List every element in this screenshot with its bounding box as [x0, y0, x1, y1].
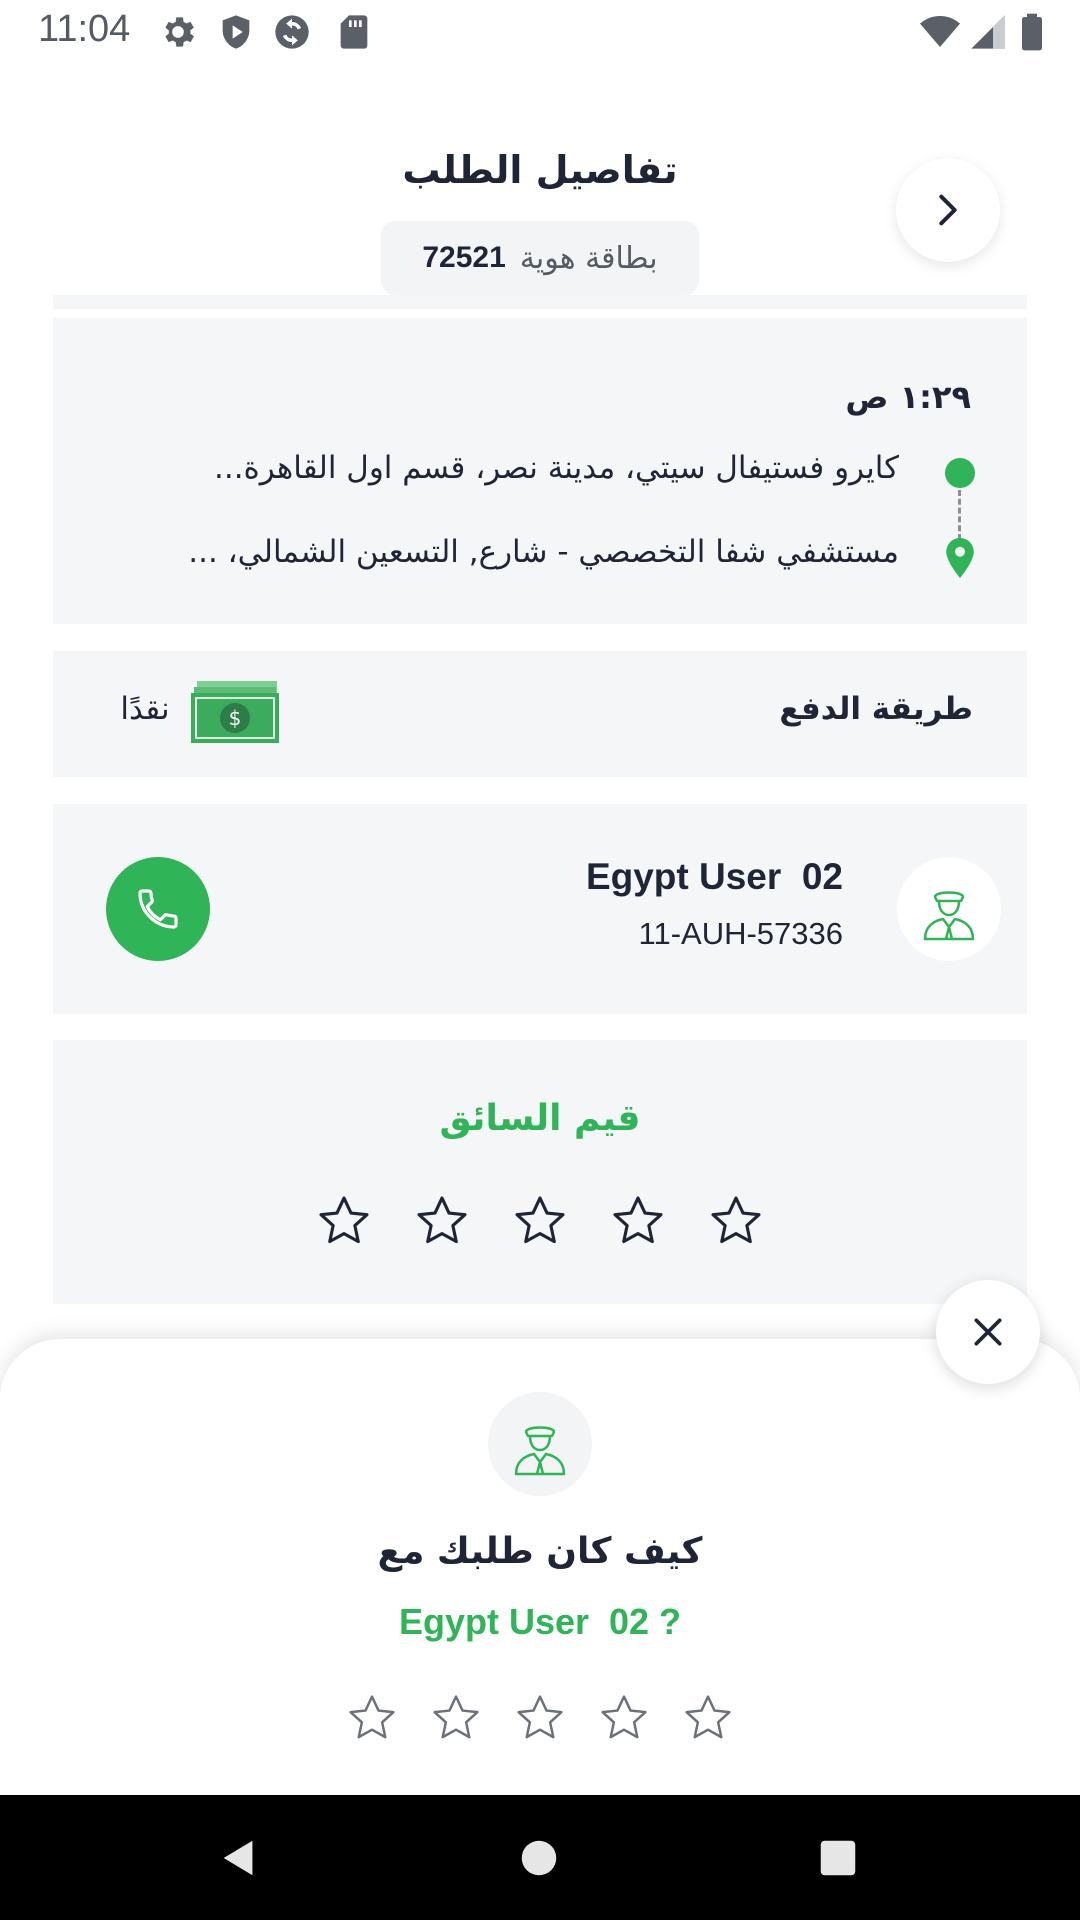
- sync-icon: [275, 15, 309, 49]
- driver-plate: 11-AUH-57336: [638, 916, 843, 951]
- nav-home-icon[interactable]: [516, 1835, 562, 1881]
- star-icon[interactable]: [413, 1192, 471, 1250]
- chevron-right-icon: [939, 194, 957, 226]
- payment-method: نقدًا: [120, 691, 170, 727]
- payment-label: طريقة الدفع: [779, 691, 973, 727]
- dropoff-address: مستشفي شفا التخصصي - شارع, التسعين الشما…: [188, 534, 899, 570]
- sd-card-icon: [340, 15, 368, 49]
- id-label: بطاقة هوية: [519, 240, 658, 276]
- driver-avatar: [897, 857, 1001, 961]
- svg-text:$: $: [229, 706, 242, 730]
- divider-strip: [53, 295, 1027, 309]
- star-icon[interactable]: [707, 1192, 765, 1250]
- route-connector: [958, 490, 961, 540]
- rate-driver-card: قيم السائق: [53, 1040, 1027, 1304]
- status-bar: 11:04: [0, 0, 1080, 64]
- id-chip: بطاقة هوية 72521: [381, 221, 699, 295]
- signal-icon: [971, 15, 1005, 49]
- sheet-rating-stars: [0, 1691, 1080, 1745]
- cash-icon: $: [191, 681, 279, 743]
- rating-bottom-sheet: كيف كان طلبك مع Egypt User 02 ?: [0, 1339, 1080, 1795]
- back-button[interactable]: [896, 158, 1000, 262]
- star-icon[interactable]: [511, 1192, 569, 1250]
- payment-card: طريقة الدفع $ نقدًا: [53, 651, 1027, 777]
- trip-time: ١:٢٩ ص: [845, 378, 971, 416]
- nav-back-icon[interactable]: [216, 1835, 262, 1881]
- page-title: تفاصيل الطلب: [402, 148, 678, 192]
- route-card: ١:٢٩ ص كايرو فستيفال سيتي، مدينة نصر، قس…: [53, 318, 1027, 624]
- star-icon[interactable]: [609, 1192, 667, 1250]
- dropoff-pin-icon: [946, 538, 974, 578]
- driver-card: Egypt User 02 11-AUH-57336: [53, 804, 1027, 1014]
- star-icon[interactable]: [315, 1192, 373, 1250]
- driver-name: Egypt User 02: [585, 856, 843, 897]
- close-icon: [974, 1318, 1002, 1346]
- shield-play-icon: [222, 15, 250, 49]
- rate-driver-stars: [53, 1192, 1027, 1250]
- star-icon[interactable]: [429, 1691, 483, 1745]
- battery-icon: [1022, 13, 1042, 51]
- star-icon[interactable]: [597, 1691, 651, 1745]
- call-driver-button[interactable]: [106, 857, 210, 961]
- wifi-icon: [920, 16, 960, 47]
- id-number: 72521: [422, 241, 506, 274]
- rating-question: كيف كان طلبك مع: [377, 1531, 703, 1572]
- sheet-driver-avatar: [488, 1392, 592, 1496]
- rate-driver-title: قيم السائق: [439, 1098, 641, 1139]
- pickup-dot-icon: [945, 458, 975, 488]
- star-icon[interactable]: [513, 1691, 567, 1745]
- status-time: 11:04: [38, 8, 131, 50]
- settings-icon: [165, 17, 194, 47]
- close-sheet-button[interactable]: [936, 1280, 1040, 1384]
- nav-recents-icon[interactable]: [815, 1835, 861, 1881]
- driver-avatar-icon: [514, 1426, 566, 1476]
- system-nav-bar: [0, 1795, 1080, 1920]
- driver-avatar-icon: [923, 891, 975, 941]
- phone-icon: [138, 889, 178, 929]
- star-icon[interactable]: [681, 1691, 735, 1745]
- rating-driver-name: Egypt User 02 ?: [398, 1601, 682, 1642]
- pickup-address: كايرو فستيفال سيتي، مدينة نصر، قسم اول ا…: [214, 450, 899, 486]
- star-icon[interactable]: [345, 1691, 399, 1745]
